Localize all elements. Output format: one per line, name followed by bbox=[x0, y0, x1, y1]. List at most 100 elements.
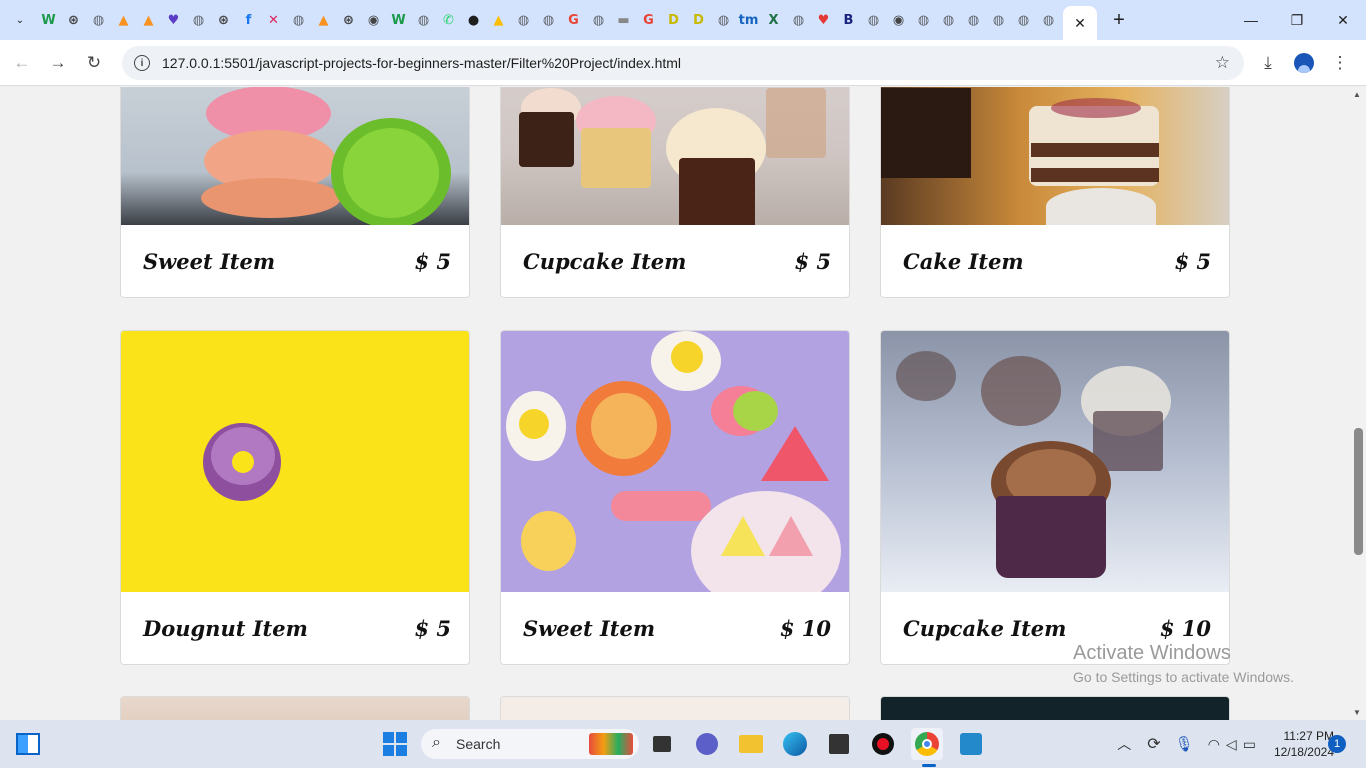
pinned-tab[interactable]: ◉ bbox=[886, 4, 911, 36]
pinned-tab[interactable]: D bbox=[661, 4, 686, 36]
volume-icon[interactable]: ◁ bbox=[1226, 736, 1237, 753]
vscode-button[interactable] bbox=[955, 728, 987, 760]
page-content: Sweet Item $ 5 Cupcake Item $ 5 Cake Ite… bbox=[0, 87, 1350, 720]
product-footer: Cake Item $ 5 bbox=[881, 225, 1229, 297]
product-card[interactable]: Cupcake Item $ 5 bbox=[500, 87, 850, 298]
scrollbar-thumb[interactable] bbox=[1354, 428, 1363, 555]
chrome-button[interactable] bbox=[911, 728, 943, 760]
pinned-tab[interactable]: ◍ bbox=[511, 4, 536, 36]
product-image bbox=[121, 697, 469, 720]
profile-button[interactable] bbox=[1286, 45, 1322, 81]
microphone-icon[interactable]: 🎙 bbox=[1175, 735, 1194, 753]
pinned-tab[interactable]: ▲ bbox=[486, 4, 511, 36]
pinned-tab[interactable]: ♥ bbox=[811, 4, 836, 36]
store-button[interactable] bbox=[823, 728, 855, 760]
pinned-tab[interactable]: ● bbox=[461, 4, 486, 36]
pinned-tab[interactable]: ◍ bbox=[286, 4, 311, 36]
start-button[interactable] bbox=[379, 728, 411, 760]
pinned-tab[interactable]: ◍ bbox=[711, 4, 736, 36]
product-card[interactable]: Dougnut Item $ 5 bbox=[120, 330, 470, 665]
back-button[interactable]: ← bbox=[4, 45, 40, 81]
downloads-button[interactable]: ⤓ bbox=[1250, 45, 1286, 81]
pinned-tab[interactable]: ◍ bbox=[986, 4, 1011, 36]
new-tab-button[interactable]: + bbox=[1105, 6, 1133, 34]
address-bar[interactable]: i 127.0.0.1:5501/javascript-projects-for… bbox=[122, 46, 1244, 80]
minimize-button[interactable]: — bbox=[1228, 0, 1274, 40]
close-window-button[interactable]: ✕ bbox=[1320, 0, 1366, 40]
product-card[interactable] bbox=[500, 696, 850, 720]
pinned-tab[interactable]: ▬ bbox=[611, 4, 636, 36]
battery-icon[interactable]: ▭ bbox=[1243, 736, 1256, 753]
pinned-tab[interactable]: tm bbox=[736, 4, 761, 36]
pinned-tab[interactable]: ⊛ bbox=[211, 4, 236, 36]
pinned-tab[interactable]: ♥ bbox=[161, 4, 186, 36]
forward-button[interactable]: → bbox=[40, 45, 76, 81]
pinned-tab[interactable]: ⊛ bbox=[61, 4, 86, 36]
pinned-tab[interactable]: ▲ bbox=[311, 4, 336, 36]
scroll-down-arrow-icon[interactable]: ▼ bbox=[1353, 708, 1361, 717]
product-card[interactable] bbox=[880, 696, 1230, 720]
pinned-tab[interactable]: ◍ bbox=[936, 4, 961, 36]
product-image-cupcakes bbox=[501, 87, 849, 225]
product-card[interactable]: Sweet Item $ 5 bbox=[120, 87, 470, 298]
menu-button[interactable]: ⋮ bbox=[1322, 45, 1358, 81]
pinned-tab[interactable]: ✆ bbox=[436, 4, 461, 36]
reload-button[interactable]: ↻ bbox=[76, 45, 112, 81]
pinned-tab[interactable]: ◍ bbox=[1036, 4, 1061, 36]
pinned-tab[interactable]: ⊛ bbox=[336, 4, 361, 36]
recorder-button[interactable] bbox=[867, 728, 899, 760]
close-icon[interactable]: ✕ bbox=[1074, 15, 1086, 32]
pinned-tab[interactable]: G bbox=[636, 4, 661, 36]
product-footer: Cupcake Item $ 5 bbox=[501, 225, 849, 297]
sync-icon[interactable]: ⟳ bbox=[1147, 734, 1160, 754]
pinned-tab[interactable]: ◍ bbox=[86, 4, 111, 36]
wifi-icon[interactable]: ◠ bbox=[1208, 736, 1220, 753]
tab-search-button[interactable]: ⌄ bbox=[8, 8, 32, 32]
restore-button[interactable]: ❐ bbox=[1274, 0, 1320, 40]
pinned-tab[interactable]: B bbox=[836, 4, 861, 36]
pinned-tab[interactable]: ◍ bbox=[186, 4, 211, 36]
pinned-tab[interactable]: ◍ bbox=[1011, 4, 1036, 36]
edge-button[interactable] bbox=[779, 728, 811, 760]
clock[interactable]: 11:27 PM 12/18/2024 bbox=[1274, 728, 1334, 760]
file-explorer-button[interactable] bbox=[735, 728, 767, 760]
pinned-tab[interactable]: ◍ bbox=[536, 4, 561, 36]
pinned-tab[interactable]: ◍ bbox=[586, 4, 611, 36]
product-price: $ 5 bbox=[414, 615, 451, 641]
globe-icon: ◍ bbox=[592, 12, 605, 28]
widgets-button[interactable] bbox=[12, 728, 44, 760]
pinned-tab[interactable]: D bbox=[686, 4, 711, 36]
chatgpt-icon: ⊛ bbox=[68, 12, 79, 28]
pinned-tab[interactable]: ◍ bbox=[411, 4, 436, 36]
active-tab[interactable]: ✕ bbox=[1063, 6, 1097, 40]
pinned-tab[interactable]: ◍ bbox=[961, 4, 986, 36]
product-card[interactable] bbox=[120, 696, 470, 720]
product-card[interactable]: Sweet Item $ 10 bbox=[500, 330, 850, 665]
pinned-tab[interactable]: ✕ bbox=[261, 4, 286, 36]
scroll-up-arrow-icon[interactable]: ▲ bbox=[1353, 90, 1361, 99]
pinned-tab[interactable]: ◍ bbox=[786, 4, 811, 36]
vertical-scrollbar[interactable]: ▲ ▼ bbox=[1350, 87, 1366, 720]
pinned-tab[interactable]: X bbox=[761, 4, 786, 36]
pinned-tab[interactable]: G bbox=[561, 4, 586, 36]
gift-icon bbox=[589, 733, 633, 755]
taskbar-search[interactable]: ⌕ Search bbox=[421, 729, 639, 759]
info-icon[interactable]: i bbox=[134, 55, 150, 71]
pinned-tab[interactable]: ▲ bbox=[136, 4, 161, 36]
pinned-tab[interactable]: f bbox=[236, 4, 261, 36]
product-card[interactable]: Cake Item $ 5 bbox=[880, 87, 1230, 298]
chevron-up-icon[interactable]: ︿ bbox=[1117, 734, 1131, 754]
pinned-tab[interactable]: ▲ bbox=[111, 4, 136, 36]
teams-button[interactable] bbox=[691, 728, 723, 760]
pinned-tab[interactable]: W bbox=[386, 4, 411, 36]
task-view-button[interactable] bbox=[646, 728, 678, 760]
bookmark-star-icon[interactable]: ☆ bbox=[1215, 53, 1230, 73]
globe-icon: ◍ bbox=[992, 12, 1005, 28]
pinned-tab[interactable]: ◉ bbox=[361, 4, 386, 36]
product-card[interactable]: Cupcake Item $ 10 bbox=[880, 330, 1230, 665]
notification-badge[interactable]: 1 bbox=[1328, 735, 1346, 753]
pinned-tab[interactable]: ◍ bbox=[911, 4, 936, 36]
url-text[interactable]: 127.0.0.1:5501/javascript-projects-for-b… bbox=[162, 55, 681, 71]
pinned-tab[interactable]: ◍ bbox=[861, 4, 886, 36]
pinned-tab[interactable]: W bbox=[36, 4, 61, 36]
